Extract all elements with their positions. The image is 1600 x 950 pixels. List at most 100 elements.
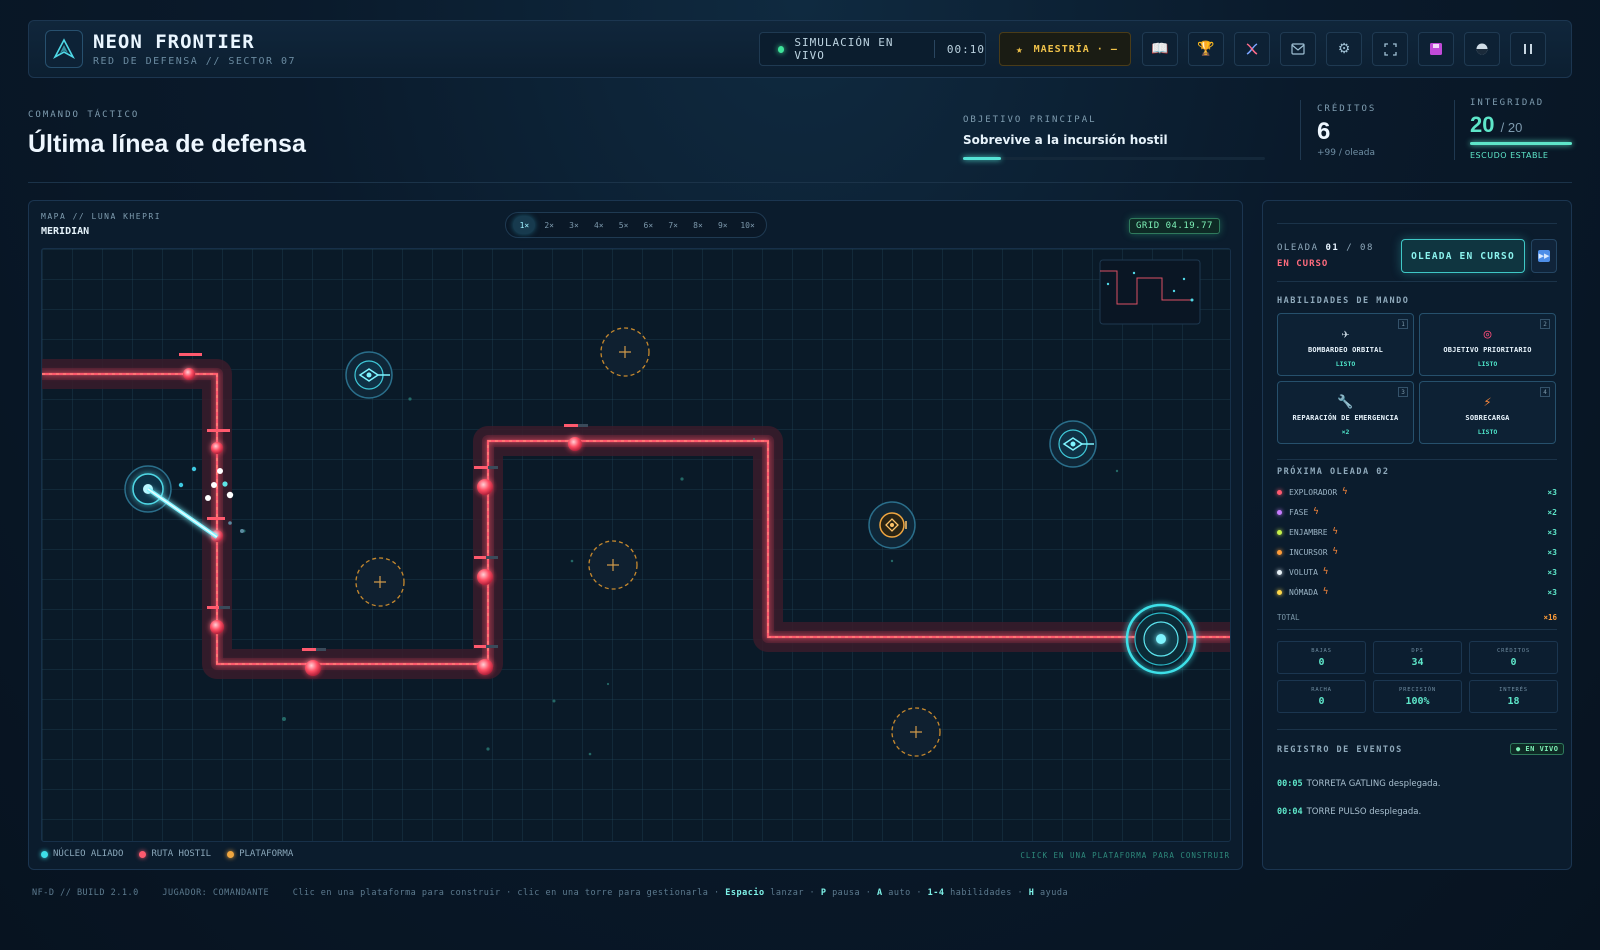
- enemy-name: EXPLORADOR: [1289, 487, 1338, 497]
- codex-button[interactable]: 📖: [1142, 32, 1178, 66]
- event-log-title: REGISTRO DE EVENTOS: [1277, 745, 1403, 755]
- enemy-type-row: ENJAMBRE ϟ ×3: [1277, 525, 1557, 539]
- speed-button-10x[interactable]: 10×: [737, 216, 759, 234]
- enemy-count: ×3: [1547, 587, 1557, 597]
- integrity-bar: [1470, 142, 1572, 145]
- enemy: [183, 368, 195, 380]
- minimap[interactable]: [1099, 259, 1201, 325]
- map-svg[interactable]: [42, 249, 1231, 842]
- page-title: Última línea de defensa: [28, 130, 306, 158]
- ability-name: BOMBARDEO ORBITAL: [1307, 346, 1384, 354]
- enemy-name: INCURSOR: [1289, 547, 1328, 557]
- fast-forward-button[interactable]: ▶▶: [1531, 239, 1557, 273]
- enemy-type-row: INCURSOR ϟ ×3: [1277, 545, 1557, 559]
- wave-status: EN CURSO: [1277, 259, 1329, 269]
- research-button[interactable]: [1234, 32, 1270, 66]
- speed-button-6x[interactable]: 6×: [637, 216, 659, 234]
- objective-progress-fill: [963, 157, 1001, 160]
- legend-label: RUTA HOSTIL: [151, 849, 212, 859]
- speed-button-2x[interactable]: 2×: [538, 216, 560, 234]
- pulse-tower[interactable]: [1049, 420, 1097, 468]
- lightning-icon: ϟ: [1332, 547, 1338, 557]
- log-time: 00:05: [1277, 779, 1303, 789]
- enemy-color-dot: [1277, 569, 1282, 575]
- build-platform[interactable]: [600, 327, 650, 377]
- legend-dot: [227, 850, 235, 858]
- credits-block: CRÉDITOS 6 +99 / oleada: [1317, 104, 1376, 158]
- messages-button[interactable]: [1280, 32, 1316, 66]
- fullscreen-button[interactable]: [1372, 32, 1408, 66]
- enemy-count: ×2: [1547, 507, 1557, 517]
- theme-button[interactable]: [1464, 32, 1500, 66]
- key-hint-text: ayuda: [1040, 888, 1069, 898]
- speed-button-7x[interactable]: 7×: [662, 216, 684, 234]
- key-a: A: [877, 888, 883, 898]
- stat-card: BAJAS 0: [1277, 641, 1366, 674]
- ability-card-4[interactable]: 4 ⚡ SOBRECARGA LISTO: [1419, 381, 1556, 444]
- enemy: [568, 437, 582, 451]
- stat-card: INTERÉS 18: [1469, 680, 1558, 713]
- enemy: [477, 659, 493, 675]
- speed-button-5x[interactable]: 5×: [613, 216, 635, 234]
- game-map[interactable]: [41, 248, 1231, 842]
- speed-button-8x[interactable]: 8×: [687, 216, 709, 234]
- settings-button[interactable]: ⚙: [1326, 32, 1362, 66]
- simulation-status: SIMULACIÓN EN VIVO 00:10: [759, 32, 986, 66]
- legend-dot: [139, 850, 147, 858]
- credits-label: CRÉDITOS: [1317, 104, 1377, 114]
- enemy-name: NÓMADA: [1289, 587, 1318, 597]
- speed-button-3x[interactable]: 3×: [563, 216, 585, 234]
- top-bar: NEON FRONTIER RED DE DEFENSA // SECTOR 0…: [28, 20, 1572, 78]
- integrity-block: INTEGRIDAD 20 / 20 ESCUDO ESTABLE: [1470, 98, 1572, 160]
- integrity-label: INTEGRIDAD: [1470, 98, 1545, 108]
- map-eyebrow: MAPA // LUNA KHEPRI: [41, 212, 162, 221]
- app-title: NEON FRONTIER: [93, 31, 255, 53]
- stat-label: RACHA: [1311, 687, 1332, 693]
- ability-card-3[interactable]: 3 🔧 REPARACIÓN DE EMERGENCIA ×2: [1277, 381, 1414, 444]
- ability-card-2[interactable]: 2 ◎ OBJETIVO PRIORITARIO LISTO: [1419, 313, 1556, 376]
- divider: [28, 182, 1572, 183]
- stat-card: CRÉDITOS 0: [1469, 641, 1558, 674]
- enemy-type-row: VOLUTA ϟ ×3: [1277, 565, 1557, 579]
- pause-button[interactable]: [1510, 32, 1546, 66]
- launch-wave-button[interactable]: OLEADA EN CURSO: [1401, 239, 1525, 273]
- build-version: NF-D // BUILD 2.1.0: [32, 888, 139, 898]
- speed-button-1x[interactable]: 1×: [513, 216, 536, 234]
- mastery-button[interactable]: ★ MAESTRÍA · —: [999, 32, 1131, 66]
- ability-card-1[interactable]: 1 ✈ BOMBARDEO ORBITAL LISTO: [1277, 313, 1414, 376]
- build-platform[interactable]: [355, 557, 405, 607]
- objective-label: OBJETIVO PRINCIPAL: [963, 115, 1097, 125]
- enemy-name: ENJAMBRE: [1289, 527, 1328, 537]
- enemy-type-row: EXPLORADOR ϟ ×3: [1277, 485, 1557, 499]
- fullscreen-icon: [1383, 42, 1397, 56]
- enemy-name: FASE: [1289, 507, 1309, 517]
- stat-value: 34: [1411, 657, 1424, 668]
- speed-button-4x[interactable]: 4×: [588, 216, 610, 234]
- enemy-color-dot: [1277, 589, 1282, 595]
- enemy-color-dot: [1277, 509, 1282, 515]
- wrench-icon: 🔧: [1337, 395, 1354, 410]
- lightning-icon: ⚡: [1483, 395, 1492, 410]
- build-platform[interactable]: [891, 707, 941, 757]
- legend-item: PLATAFORMA: [227, 849, 293, 859]
- wave-total: / 08: [1346, 243, 1374, 253]
- log-text: TORRE PULSO desplegada.: [1306, 807, 1422, 817]
- pulse-tower[interactable]: [345, 351, 393, 399]
- satellite-icon: ✈: [1341, 327, 1350, 342]
- credits-value: 6: [1317, 118, 1331, 145]
- speed-button-9x[interactable]: 9×: [712, 216, 734, 234]
- stat-card: PRECISIÓN 100%: [1373, 680, 1462, 713]
- allied-core[interactable]: [1125, 603, 1197, 675]
- map-hint: CLICK EN UNA PLATAFORMA PARA CONSTRUIR: [1020, 851, 1230, 860]
- ability-status: LISTO: [1477, 428, 1498, 436]
- integrity-value: 20 / 20: [1470, 112, 1523, 137]
- enemy-count: ×3: [1547, 527, 1557, 537]
- dna-icon: [1246, 43, 1258, 55]
- lightning-icon: ϟ: [1322, 567, 1329, 577]
- total-label: TOTAL: [1277, 613, 1300, 622]
- drone-tower[interactable]: [868, 501, 916, 549]
- save-button[interactable]: [1418, 32, 1454, 66]
- enemy: [305, 660, 321, 676]
- build-platform[interactable]: [588, 540, 638, 590]
- achievements-button[interactable]: 🏆: [1188, 32, 1224, 66]
